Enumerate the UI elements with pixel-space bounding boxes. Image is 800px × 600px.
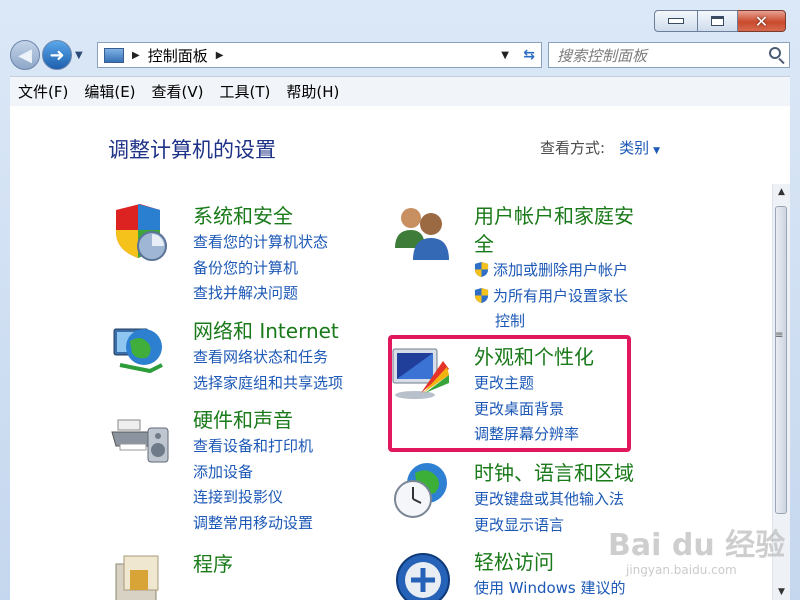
menu-help[interactable]: 帮助(H) — [278, 81, 347, 102]
link-windows-suggested-settings[interactable]: 使用 Windows 建议的 — [474, 576, 626, 600]
category-text: 系统和安全 查看您的计算机状态 备份您的计算机 查找并解决问题 — [193, 202, 328, 307]
menu-bar: 文件(F) 编辑(E) 查看(V) 工具(T) 帮助(H) — [10, 76, 790, 107]
category-title[interactable]: 系统和安全 — [193, 202, 328, 230]
category-text: 轻松访问 使用 Windows 建议的 — [474, 548, 626, 600]
category-title[interactable]: 网络和 Internet — [193, 317, 343, 345]
scrollbar-grip-icon: ≡ — [775, 330, 784, 341]
link-devices-printers[interactable]: 查看设备和打印机 — [193, 434, 313, 460]
address-bar[interactable]: ▶ 控制面板 ▶ ▼ ⇆ — [97, 42, 542, 68]
view-by: 查看方式: 类别 ▼ — [540, 137, 660, 158]
chevron-down-icon[interactable]: ▼ — [653, 146, 660, 156]
category-text: 程序 — [193, 550, 233, 578]
ease-of-access-icon[interactable] — [391, 548, 451, 600]
control-panel-window: ✕ ◀ ➜ ▼ ▶ 控制面板 ▶ ▼ ⇆ 搜索控制面板 文件(F) 编辑(E) … — [0, 0, 800, 600]
category-text: 网络和 Internet 查看网络状态和任务 选择家庭组和共享选项 — [193, 317, 343, 396]
minimize-button[interactable] — [654, 10, 698, 32]
baidu-watermark-url: jingyan.baidu.com — [626, 563, 737, 577]
network-globe-icon[interactable] — [110, 317, 170, 377]
category-title[interactable]: 硬件和声音 — [193, 406, 313, 434]
link-add-device[interactable]: 添加设备 — [193, 460, 313, 486]
view-by-value[interactable]: 类别 — [619, 139, 649, 157]
system-security-icon[interactable] — [110, 202, 170, 262]
category-title-continued[interactable]: 全 — [474, 230, 634, 258]
baidu-watermark: Bai du 经验 — [608, 528, 786, 563]
close-icon: ✕ — [754, 11, 769, 31]
page-title: 调整计算机的设置 — [108, 138, 276, 162]
search-box[interactable]: 搜索控制面板 — [548, 42, 790, 68]
scroll-up-icon[interactable]: ▲ — [773, 184, 790, 200]
link-connect-projector[interactable]: 连接到投影仪 — [193, 485, 313, 511]
menu-view[interactable]: 查看(V) — [144, 81, 212, 102]
breadcrumb-control-panel[interactable]: 控制面板 — [148, 45, 208, 66]
category-text: 用户帐户和家庭安 全 添加或删除用户帐户 为所有用户设置家长 控制 — [474, 202, 634, 335]
clock-globe-icon[interactable] — [391, 459, 451, 519]
menu-file[interactable]: 文件(F) — [10, 81, 76, 102]
navigation-buttons: ◀ ➜ ▼ — [10, 40, 83, 70]
link-view-computer-status[interactable]: 查看您的计算机状态 — [193, 230, 328, 256]
link-change-input-methods[interactable]: 更改键盘或其他输入法 — [474, 487, 634, 513]
forward-arrow-icon: ➜ — [49, 44, 65, 66]
view-by-label: 查看方式: — [540, 139, 606, 157]
minimize-icon — [668, 18, 684, 24]
category-title[interactable]: 用户帐户和家庭安 — [474, 202, 634, 230]
highlight-annotation-box — [388, 335, 631, 452]
scrollbar-thumb[interactable] — [775, 206, 787, 514]
caption-buttons: ✕ — [654, 10, 786, 32]
link-find-fix-problems[interactable]: 查找并解决问题 — [193, 281, 328, 307]
breadcrumb-chevron-icon[interactable]: ▶ — [132, 50, 140, 61]
history-dropdown-icon[interactable]: ▼ — [75, 50, 83, 61]
scroll-down-icon[interactable]: ▼ — [773, 584, 790, 600]
refresh-icon[interactable]: ⇆ — [523, 47, 535, 63]
uac-shield-icon — [474, 262, 489, 277]
link-text[interactable]: 为所有用户设置家长 — [493, 287, 628, 305]
link-homegroup-sharing[interactable]: 选择家庭组和共享选项 — [193, 371, 343, 397]
link-add-remove-accounts[interactable]: 添加或删除用户帐户 — [474, 258, 634, 284]
breadcrumb-chevron-icon[interactable]: ▶ — [216, 50, 224, 61]
printer-speaker-icon[interactable] — [110, 406, 170, 466]
link-backup-computer[interactable]: 备份您的计算机 — [193, 256, 328, 282]
category-text: 硬件和声音 查看设备和打印机 添加设备 连接到投影仪 调整常用移动设置 — [193, 406, 313, 536]
link-mobility-settings[interactable]: 调整常用移动设置 — [193, 511, 313, 537]
menu-edit[interactable]: 编辑(E) — [76, 81, 143, 102]
search-input[interactable]: 搜索控制面板 — [557, 45, 647, 66]
control-panel-icon — [104, 47, 124, 63]
category-title[interactable]: 时钟、语言和区域 — [474, 459, 634, 487]
back-arrow-icon: ◀ — [18, 44, 32, 66]
link-parental-controls[interactable]: 为所有用户设置家长 — [474, 284, 634, 310]
address-dropdown-icon[interactable]: ▼ — [501, 50, 509, 61]
view-by-dropdown[interactable]: 类别 ▼ — [619, 137, 660, 158]
link-parental-controls-continued[interactable]: 控制 — [474, 309, 634, 335]
maximize-icon — [711, 16, 724, 26]
users-icon[interactable] — [391, 202, 451, 262]
maximize-button[interactable] — [698, 10, 738, 32]
search-icon[interactable] — [769, 47, 781, 59]
menu-tools[interactable]: 工具(T) — [212, 81, 279, 102]
forward-button[interactable]: ➜ — [42, 40, 72, 70]
back-button[interactable]: ◀ — [10, 40, 40, 70]
programs-icon[interactable] — [110, 550, 170, 600]
uac-shield-icon — [474, 287, 489, 303]
link-view-network-status[interactable]: 查看网络状态和任务 — [193, 345, 343, 371]
link-text[interactable]: 添加或删除用户帐户 — [493, 261, 628, 279]
category-title[interactable]: 轻松访问 — [474, 548, 626, 576]
category-title[interactable]: 程序 — [193, 550, 233, 578]
close-button[interactable]: ✕ — [738, 10, 786, 32]
